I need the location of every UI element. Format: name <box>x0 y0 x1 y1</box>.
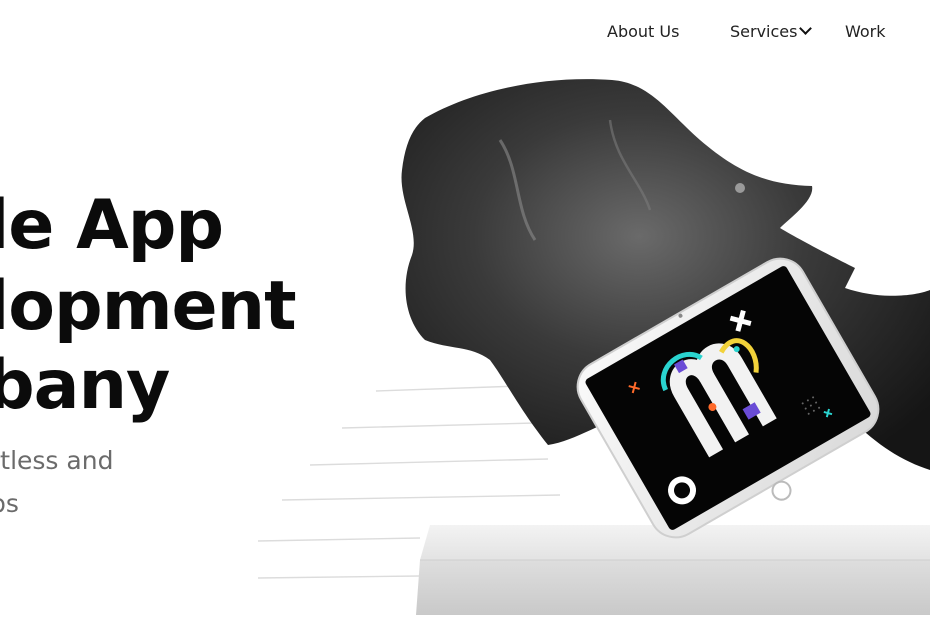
hero-illustration <box>257 79 930 615</box>
nav-services-label: Services <box>730 22 798 41</box>
top-navigation: About Us Services Work <box>0 0 930 66</box>
hero-subtext-line-1: rtless and <box>0 446 114 475</box>
hero-heading-line-1: le App <box>0 186 224 265</box>
chevron-down-icon <box>799 22 813 35</box>
hero-subtext-line-2: ps <box>0 489 19 518</box>
nav-work[interactable]: Work <box>845 22 886 41</box>
hero-heading-line-3: bany <box>0 346 170 425</box>
nav-services[interactable]: Services <box>730 22 813 41</box>
nav-about-us[interactable]: About Us <box>607 22 679 41</box>
pedestal <box>416 525 930 615</box>
